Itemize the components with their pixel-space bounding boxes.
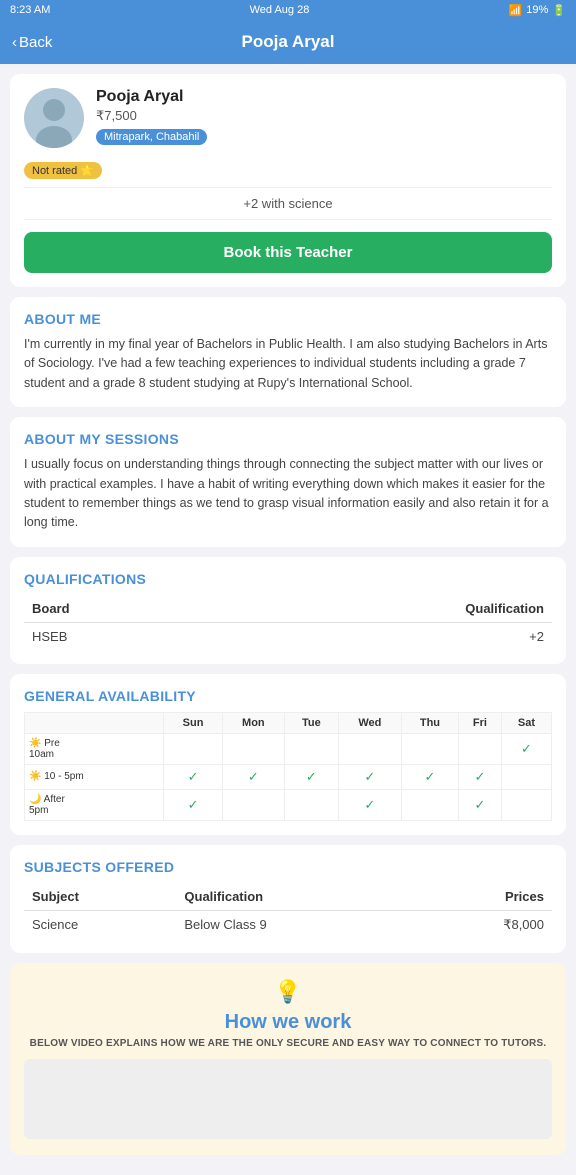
avail-cell: ✓ [164, 789, 222, 820]
page-content: Pooja Aryal ₹7,500 Mitrapark, Chabahil N… [0, 64, 576, 1175]
profile-name: Pooja Aryal [96, 88, 552, 106]
availability-section: GENERAL AVAILABILITY SunMonTueWedThuFriS… [10, 674, 566, 835]
availability-table: SunMonTueWedThuFriSat ☀️ Pre10am✓☀️ 10 -… [24, 712, 552, 821]
about-me-title: ABOUT ME [24, 311, 552, 327]
about-sessions-section: ABOUT MY SESSIONS I usually focus on und… [10, 417, 566, 547]
not-rated-badge: Not rated ⭐ [24, 156, 552, 179]
avail-cell [222, 733, 284, 764]
qualification-header: Qualification [176, 883, 414, 911]
avail-day-header: Sun [164, 712, 222, 733]
subject-qualification: Below Class 9 [176, 910, 414, 939]
avail-cell [164, 733, 222, 764]
availability-row: 🌙 After5pm ✓ ✓ ✓ [25, 789, 552, 820]
qual-board-header: Board [24, 595, 215, 623]
check-icon: ✓ [248, 769, 259, 784]
avail-cell [402, 733, 459, 764]
avail-day-header: Mon [222, 712, 284, 733]
how-title: How we work [24, 1011, 552, 1034]
science-tag: +2 with science [24, 187, 552, 220]
avail-cell [402, 789, 459, 820]
check-icon: ✓ [306, 769, 317, 784]
status-time: 8:23 AM [10, 4, 50, 16]
about-me-section: ABOUT ME I'm currently in my final year … [10, 297, 566, 407]
avail-day-header [25, 712, 164, 733]
profile-location-badge: Mitrapark, Chabahil [96, 129, 207, 145]
profile-top: Pooja Aryal ₹7,500 Mitrapark, Chabahil [24, 88, 552, 148]
about-sessions-title: ABOUT MY SESSIONS [24, 431, 552, 447]
status-icons: 📶 19% 🔋 [509, 4, 566, 17]
avail-cell [285, 789, 339, 820]
star-icon: ⭐ [80, 164, 94, 177]
check-icon: ✓ [188, 797, 199, 812]
back-button[interactable]: ‹ Back [12, 34, 52, 51]
qual-header-row: Board Qualification [24, 595, 552, 623]
not-rated-label: Not rated [32, 165, 77, 177]
about-sessions-text: I usually focus on understanding things … [24, 455, 552, 533]
avail-cell [285, 733, 339, 764]
qualifications-table: Board Qualification HSEB+2 [24, 595, 552, 650]
subjects-header-row: Subject Qualification Prices [24, 883, 552, 911]
check-icon: ✓ [474, 769, 485, 784]
avail-cell [458, 733, 501, 764]
check-icon: ✓ [425, 769, 436, 784]
profile-price: ₹7,500 [96, 108, 552, 124]
check-icon: ✓ [364, 769, 375, 784]
availability-header-row: SunMonTueWedThuFriSat [25, 712, 552, 733]
battery-level: 19% [526, 4, 548, 16]
avail-cell [501, 789, 551, 820]
back-label[interactable]: Back [19, 34, 52, 51]
avail-day-header: Fri [458, 712, 501, 733]
lightbulb-icon: 💡 [24, 979, 552, 1005]
avail-day-header: Thu [402, 712, 459, 733]
check-icon: ✓ [364, 797, 375, 812]
time-slot-label: ☀️ Pre10am [25, 733, 164, 764]
subject-name: Science [24, 910, 176, 939]
header-title: Pooja Aryal [242, 32, 335, 52]
avatar [24, 88, 84, 148]
avail-cell [338, 733, 401, 764]
check-icon: ✓ [474, 797, 485, 812]
qual-qualification-header: Qualification [215, 595, 552, 623]
how-subtitle: BELOW VIDEO EXPLAINS HOW WE ARE THE ONLY… [24, 1038, 552, 1049]
wifi-icon: 📶 [509, 4, 523, 17]
status-bar: 8:23 AM Wed Aug 28 📶 19% 🔋 [0, 0, 576, 20]
check-icon: ✓ [188, 769, 199, 784]
table-row: HSEB+2 [24, 622, 552, 650]
header: ‹ Back Pooja Aryal [0, 20, 576, 64]
avail-day-header: Wed [338, 712, 401, 733]
about-me-text: I'm currently in my final year of Bachel… [24, 335, 552, 393]
subject-price: ₹8,000 [414, 910, 552, 939]
subject-header: Subject [24, 883, 176, 911]
time-slot-label: 🌙 After5pm [25, 789, 164, 820]
status-date: Wed Aug 28 [250, 4, 310, 16]
avail-day-header: Tue [285, 712, 339, 733]
table-row: ScienceBelow Class 9₹8,000 [24, 910, 552, 939]
subjects-title: SUBJECTS OFFERED [24, 859, 552, 875]
profile-card: Pooja Aryal ₹7,500 Mitrapark, Chabahil N… [10, 74, 566, 287]
avail-cell: ✓ [338, 789, 401, 820]
back-chevron-icon: ‹ [12, 34, 17, 51]
qual-value: +2 [215, 622, 552, 650]
qual-board: HSEB [24, 622, 215, 650]
qualifications-title: QUALIFICATIONS [24, 571, 552, 587]
video-placeholder [24, 1059, 552, 1139]
prices-header: Prices [414, 883, 552, 911]
how-we-work-section: 💡 How we work BELOW VIDEO EXPLAINS HOW W… [10, 963, 566, 1155]
subjects-table: Subject Qualification Prices ScienceBelo… [24, 883, 552, 939]
avail-cell: ✓ [458, 789, 501, 820]
avail-day-header: Sat [501, 712, 551, 733]
qualifications-section: QUALIFICATIONS Board Qualification HSEB+… [10, 557, 566, 664]
avail-cell [222, 789, 284, 820]
book-teacher-button[interactable]: Book this Teacher [24, 232, 552, 273]
availability-title: GENERAL AVAILABILITY [24, 688, 552, 704]
avail-cell: ✓ [501, 733, 551, 764]
battery-icon: 🔋 [552, 4, 566, 17]
profile-info: Pooja Aryal ₹7,500 Mitrapark, Chabahil [96, 88, 552, 145]
check-icon: ✓ [521, 741, 532, 756]
subjects-section: SUBJECTS OFFERED Subject Qualification P… [10, 845, 566, 953]
availability-row: ☀️ Pre10am ✓ [25, 733, 552, 764]
